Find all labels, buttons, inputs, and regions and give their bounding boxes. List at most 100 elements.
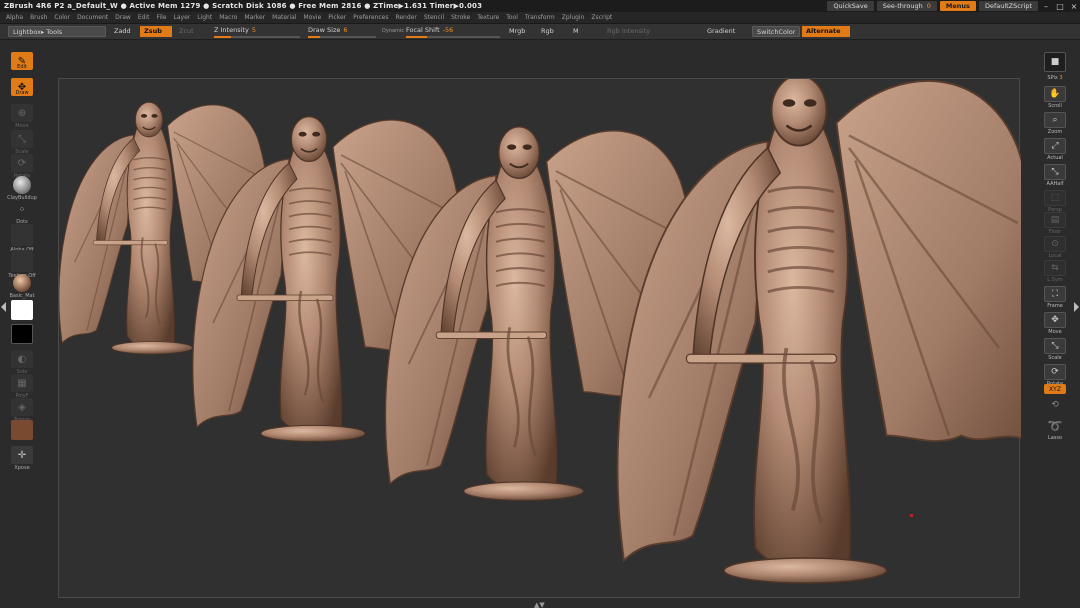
close-icon[interactable]: × — [1068, 1, 1080, 11]
right-tray-toggle-icon[interactable] — [1074, 302, 1079, 312]
scale-view-label: Scale — [1048, 355, 1062, 361]
draw-size-slider[interactable]: Draw Size 6 — [308, 26, 376, 38]
app-title: ZBrush 4R6 P2 a_Default_W ● Active Mem 1… — [4, 2, 483, 10]
menu-preferences[interactable]: Preferences — [353, 14, 388, 21]
draw-button[interactable]: ✥ Draw — [11, 78, 33, 96]
scale-view-button[interactable]: ⤡ Scale — [1043, 338, 1067, 361]
menu-zscript[interactable]: Zscript — [591, 14, 612, 21]
menu-alpha[interactable]: Alpha — [6, 14, 23, 21]
focal-shift-value: -56 — [442, 26, 454, 34]
alpha-selector[interactable]: Alpha Off — [10, 224, 34, 253]
polyf-button[interactable]: ▦ PolyF — [11, 374, 33, 399]
menu-picker[interactable]: Picker — [328, 14, 346, 21]
bpr-button[interactable]: ■ — [1043, 52, 1067, 72]
edit-button[interactable]: ✎ Edit — [11, 52, 33, 70]
zoom-button[interactable]: ⌕ Zoom — [1043, 112, 1067, 135]
menu-file[interactable]: File — [156, 14, 166, 21]
demon-sculpt-1-eye — [140, 114, 148, 118]
move-button[interactable]: ⊕ Move — [11, 104, 33, 129]
lsym-button[interactable]: ⇆ L.Sym — [1043, 260, 1067, 283]
menu-marker[interactable]: Marker — [244, 14, 265, 21]
demon-sculpt-4-right-wing — [835, 80, 1021, 442]
floor-button[interactable]: ▤ Floor — [1043, 212, 1067, 235]
main-color-swatch[interactable] — [11, 300, 33, 320]
menu-macro[interactable]: Macro — [219, 14, 237, 21]
floor-grid-icon: ▤ — [1044, 212, 1066, 228]
menu-draw[interactable]: Draw — [115, 14, 131, 21]
main-color-icon — [11, 300, 33, 320]
sculpt-canvas[interactable] — [59, 79, 1021, 599]
material-label: Basic_Mat — [9, 293, 35, 299]
z-intensity-slider[interactable]: Z Intensity 5 — [214, 26, 300, 38]
solo-button[interactable]: ◐ Solo — [11, 350, 33, 375]
menu-tool[interactable]: Tool — [506, 14, 518, 21]
xyz-label: XYZ — [1044, 384, 1066, 394]
zadd-button[interactable]: Zadd — [110, 26, 135, 37]
left-tray-toggle-icon[interactable] — [1, 302, 6, 312]
rgb-intensity-slider[interactable]: Rgb Intensity — [603, 26, 654, 37]
menu-zplugin[interactable]: Zplugin — [562, 14, 585, 21]
demon-sculpt-3-base — [463, 481, 584, 501]
lightbox-tools-button[interactable]: Lightbox▸ Tools — [8, 26, 106, 37]
zsub-button[interactable]: Zsub — [140, 26, 172, 37]
menu-transform[interactable]: Transform — [525, 14, 555, 21]
aahalf-button[interactable]: ⤡ AAHalf — [1043, 164, 1067, 187]
menus-button[interactable]: Menus — [939, 1, 976, 11]
menu-layer[interactable]: Layer — [174, 14, 191, 21]
alternate-button[interactable]: Alternate — [802, 26, 850, 37]
switchcolor-button[interactable]: SwitchColor — [752, 26, 801, 37]
persp-button[interactable]: ⬚ Persp — [1043, 190, 1067, 213]
scroll-button[interactable]: ✋ Scroll — [1043, 86, 1067, 109]
menu-document[interactable]: Document — [77, 14, 108, 21]
menu-bar: Alpha Brush Color Document Draw Edit File Layer… — [0, 12, 1080, 24]
maximize-icon[interactable]: □ — [1054, 1, 1066, 11]
xyz-button[interactable]: XYZ — [1043, 384, 1067, 394]
material-selector[interactable]: Basic_Mat — [9, 274, 35, 299]
local-button[interactable]: ⊙ Local — [1043, 236, 1067, 259]
gradient-button[interactable]: Gradient — [703, 26, 739, 37]
draw-label: Draw — [15, 90, 29, 96]
menu-color[interactable]: Color — [54, 14, 70, 21]
actual-button[interactable]: ⤢ Actual — [1043, 138, 1067, 161]
menu-stroke[interactable]: Stroke — [451, 14, 470, 21]
menu-brush[interactable]: Brush — [30, 14, 47, 21]
scale-button[interactable]: ⤡ Scale — [11, 130, 33, 155]
scale-view-icon: ⤡ — [1044, 338, 1066, 354]
frame-button[interactable]: ⛶ Frame — [1043, 286, 1067, 309]
menu-edit[interactable]: Edit — [138, 14, 150, 21]
see-through-slider[interactable]: See-through 0 — [876, 1, 937, 11]
brush-selector[interactable]: ClayBuildup — [7, 176, 37, 201]
move-view-button[interactable]: ✥ Move — [1043, 312, 1067, 335]
dynamic-button[interactable]: Dynamic — [378, 26, 408, 37]
quicksave-button[interactable]: QuickSave — [827, 1, 874, 11]
zcut-button[interactable]: Zcut — [175, 26, 198, 37]
minimize-icon[interactable]: – — [1040, 1, 1052, 11]
secondary-color-swatch[interactable] — [11, 324, 33, 344]
default-zscript-button[interactable]: DefaultZScript — [978, 1, 1038, 11]
tilt-button[interactable]: ⟲ — [1043, 400, 1067, 410]
stroke-selector[interactable]: ⁘ Dots — [11, 200, 33, 225]
title-bar: ZBrush 4R6 P2 a_Default_W ● Active Mem 1… — [0, 0, 1080, 12]
focal-shift-slider[interactable]: Focal Shift -56 — [406, 26, 500, 38]
draw-size-fill — [308, 36, 321, 38]
m-button[interactable]: M — [569, 26, 583, 37]
lasso-icon: ➰ — [1047, 419, 1063, 433]
lasso-button[interactable]: ➰ Lasso — [1043, 418, 1067, 441]
menu-stencil[interactable]: Stencil — [424, 14, 444, 21]
edit-label: Edit — [17, 64, 27, 70]
menu-texture[interactable]: Texture — [477, 14, 499, 21]
canvas-viewport[interactable] — [58, 78, 1021, 599]
demon-sculpt-4[interactable] — [616, 79, 1021, 584]
menu-movie[interactable]: Movie — [304, 14, 322, 21]
mrgb-button[interactable]: Mrgb — [505, 26, 529, 37]
see-through-value: 0 — [926, 2, 931, 10]
color-fill-swatch[interactable] — [11, 420, 33, 440]
menu-light[interactable]: Light — [197, 14, 212, 21]
aahalf-label: AAHalf — [1046, 181, 1064, 187]
bottom-tray-toggle-icon[interactable]: ▲▼ — [534, 601, 545, 608]
menu-render[interactable]: Render — [395, 14, 416, 21]
menu-material[interactable]: Material — [272, 14, 296, 21]
xpose-button[interactable]: ✛ Xpose — [11, 446, 33, 471]
spix-slider[interactable]: SPix 3 — [1043, 74, 1067, 81]
rgb-button[interactable]: Rgb — [537, 26, 558, 37]
